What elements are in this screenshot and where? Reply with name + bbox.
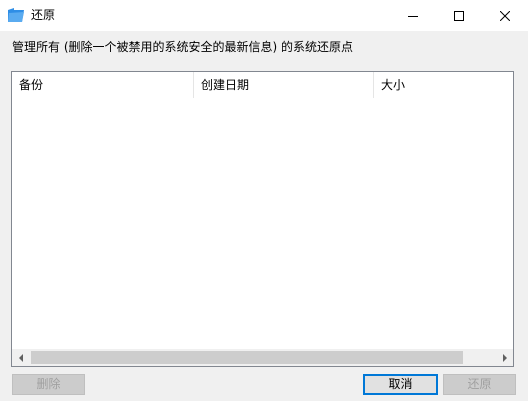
scrollbar-thumb[interactable] <box>31 351 463 364</box>
maximize-icon <box>454 10 464 21</box>
minimize-button[interactable] <box>390 0 436 31</box>
column-header-backup[interactable]: 备份 <box>12 72 194 98</box>
close-button[interactable] <box>482 0 528 31</box>
title-bar[interactable]: 还原 <box>0 0 528 31</box>
column-header-created-date[interactable]: 创建日期 <box>194 72 374 98</box>
scroll-left-button[interactable] <box>12 349 29 366</box>
close-icon <box>500 10 510 21</box>
description-label: 管理所有 (删除一个被禁用的系统安全的最新信息) 的系统还原点 <box>12 40 353 54</box>
column-header-size[interactable]: 大小 <box>374 72 513 98</box>
folder-icon <box>7 7 25 23</box>
restore-points-list[interactable]: 备份 创建日期 大小 <box>11 71 514 367</box>
chevron-right-icon <box>502 353 507 362</box>
restore-dialog: 还原 管理所有 (删除一个被禁用的系统安全的最新信息) 的系统还原点 备份 创建… <box>0 0 528 401</box>
window-title: 还原 <box>31 8 56 22</box>
cancel-button[interactable]: 取消 <box>363 374 438 395</box>
chevron-left-icon <box>18 353 23 362</box>
maximize-button[interactable] <box>436 0 482 31</box>
minimize-icon <box>408 15 418 17</box>
scroll-right-button[interactable] <box>496 349 513 366</box>
horizontal-scrollbar[interactable] <box>12 349 513 366</box>
delete-button[interactable]: 删除 <box>12 374 85 395</box>
restore-button[interactable]: 还原 <box>443 374 516 395</box>
